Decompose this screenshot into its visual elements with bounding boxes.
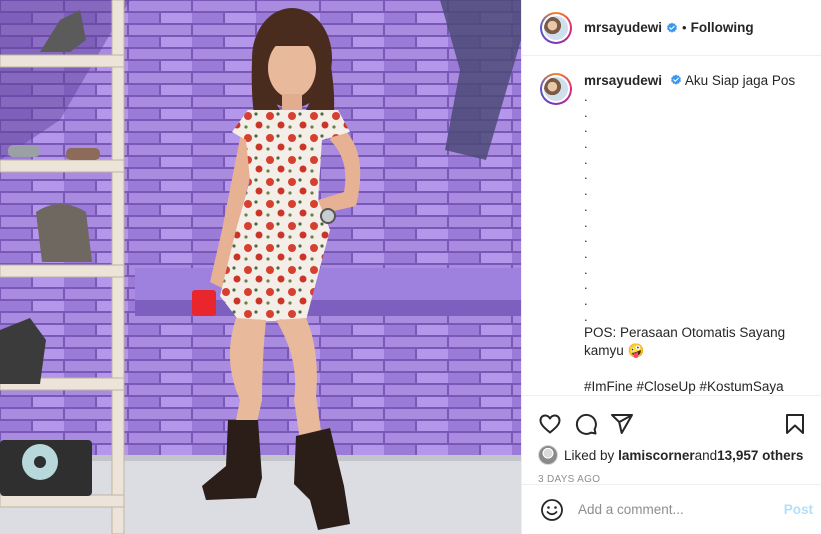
zany-face-emoji: 🤪 <box>627 343 645 359</box>
caption: mrsayudewi Aku Siap jaga Pos . . . . . .… <box>540 73 805 395</box>
caption-dot: . <box>584 277 588 293</box>
add-comment-bar: Post <box>522 484 821 534</box>
bookmark-icon[interactable] <box>783 412 807 436</box>
paper-plane-icon[interactable] <box>610 412 634 436</box>
caption-dot-lines: . . . . . . . . . . . . . . . <box>584 89 795 324</box>
caption-dot: . <box>584 183 588 199</box>
post-photo[interactable] <box>0 0 521 534</box>
caption-dot: . <box>584 89 588 104</box>
post-comment-button[interactable]: Post <box>784 502 813 517</box>
caption-line: kamyu <box>584 343 624 359</box>
heart-icon[interactable] <box>538 412 562 436</box>
smiley-face-icon[interactable] <box>540 498 564 522</box>
caption-dot: . <box>584 167 588 183</box>
comments-area[interactable]: mrsayudewi Aku Siap jaga Pos . . . . . .… <box>522 57 821 395</box>
liker-username[interactable]: lamiscorner <box>618 448 695 463</box>
verified-badge-icon <box>670 74 681 85</box>
caption-dot: . <box>584 245 588 261</box>
likes-summary: Liked by lamiscorner and 13,957 others <box>538 444 807 466</box>
caption-avatar[interactable] <box>540 73 572 105</box>
post-side-panel: mrsayudewi • Following mrsayudewi Aku Si… <box>521 0 821 534</box>
caption-line: POS: Perasaan Otomatis Sayang <box>584 325 786 341</box>
caption-dot: . <box>584 230 588 246</box>
caption-dot: . <box>584 136 588 152</box>
caption-dot: . <box>584 214 588 230</box>
caption-username[interactable]: mrsayudewi <box>584 73 662 88</box>
caption-dot: . <box>584 151 588 167</box>
caption-dot: . <box>584 308 588 324</box>
liker-avatar[interactable] <box>538 445 558 465</box>
author-avatar[interactable] <box>540 11 572 44</box>
post-photo-image <box>0 0 521 534</box>
header-separator: • <box>682 20 687 35</box>
author-username[interactable]: mrsayudewi <box>584 20 662 35</box>
caption-headline: Aku Siap jaga Pos <box>684 73 796 88</box>
post-header: mrsayudewi • Following <box>522 0 821 56</box>
comment-bubble-icon[interactable] <box>574 412 598 436</box>
caption-dot: . <box>584 104 588 120</box>
caption-text: POS: Perasaan Otomatis Sayang kamyu 🤪 #I… <box>584 324 795 395</box>
caption-body: mrsayudewi Aku Siap jaga Pos . . . . . .… <box>584 73 795 395</box>
action-icons-row <box>538 404 807 444</box>
caption-dot: . <box>584 120 588 136</box>
post-actions: Liked by lamiscorner and 13,957 others 3… <box>522 395 821 485</box>
caption-dot: . <box>584 198 588 214</box>
likes-mid: and <box>694 447 718 463</box>
verified-badge-icon <box>667 22 678 33</box>
caption-dot: . <box>584 292 588 308</box>
caption-hashtags[interactable]: #ImFine #CloseUp #KostumSaya <box>584 378 795 395</box>
comment-input[interactable] <box>578 502 784 517</box>
likes-prefix: Liked by <box>564 447 615 463</box>
caption-dot: . <box>584 261 588 277</box>
likes-count[interactable]: 13,957 others <box>717 448 803 463</box>
following-button[interactable]: Following <box>691 20 754 35</box>
